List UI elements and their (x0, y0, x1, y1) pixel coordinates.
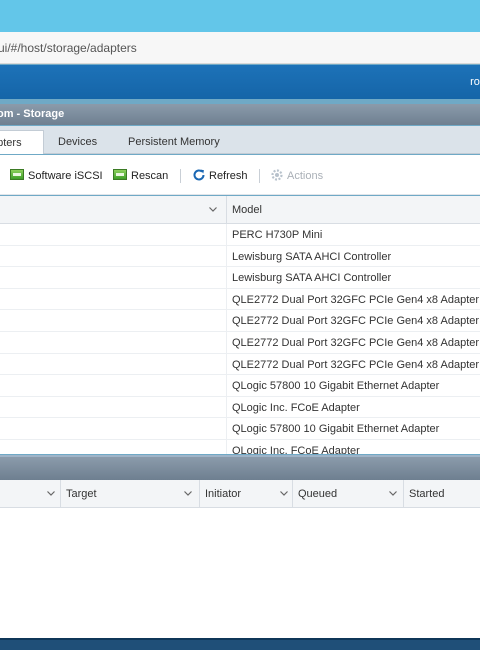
refresh-icon (193, 169, 205, 181)
model-cell: QLE2772 Dual Port 32GFC PCIe Gen4 x8 Ada… (232, 337, 480, 349)
model-cell: QLE2772 Dual Port 32GFC PCIe Gen4 x8 Ada… (232, 315, 480, 328)
rescan-icon (113, 169, 127, 180)
table-row[interactable]: QLogic 57800 10 Gigabit Ethernet Adapter (0, 375, 480, 397)
iscsi-icon (10, 169, 24, 180)
bottom-bar (0, 638, 480, 650)
panel-title: om - Storage (0, 104, 480, 125)
user-menu[interactable]: roo (470, 76, 480, 88)
rescan-button[interactable]: Rescan (113, 168, 168, 184)
table-row[interactable]: QLE2772 Dual Port 32GFC PCIe Gen4 x8 Ada… (0, 288, 480, 311)
model-cell: Lewisburg SATA AHCI Controller (232, 250, 392, 263)
table-row[interactable]: QLE2772 Dual Port 32GFC PCIe Gen4 x8 Ada… (0, 310, 480, 332)
chevron-down-icon[interactable] (388, 487, 398, 499)
app-header: roo (0, 65, 480, 99)
actions-menu[interactable]: Actions (270, 168, 323, 184)
model-cell: QLE2772 Dual Port 32GFC PCIe Gen4 x8 Ada… (232, 358, 480, 371)
toolbar-divider (259, 169, 260, 183)
tab-devices[interactable]: Devices (48, 130, 107, 154)
adapters-table: Model PERC H730P Mini Lewisburg SATA AHC… (0, 196, 480, 454)
column-divider (403, 480, 404, 508)
browser-titlebar (0, 0, 480, 32)
tasks-table-header: Target Initiator Queued Started (0, 480, 480, 508)
column-header-queued[interactable]: Queued (298, 488, 337, 500)
gear-icon (271, 169, 283, 181)
model-cell: Lewisburg SATA AHCI Controller (232, 272, 392, 285)
storage-tabs: apters Devices Persistent Memory (0, 126, 480, 154)
column-divider (226, 196, 227, 224)
table-row[interactable]: Lewisburg SATA AHCI Controller (0, 267, 480, 289)
model-cell: QLogic 57800 10 Gigabit Ethernet Adapter (232, 423, 440, 436)
table-header: Model (0, 196, 480, 224)
tasks-table-body (0, 508, 480, 638)
toolbar: Software iSCSI Rescan Refresh Actions (0, 155, 480, 195)
table-row[interactable]: QLogic 57800 10 Gigabit Ethernet Adapter (0, 418, 480, 440)
tab-persistent-memory[interactable]: Persistent Memory (118, 130, 230, 154)
chevron-down-icon[interactable] (208, 203, 218, 215)
model-cell: PERC H730P Mini (232, 229, 323, 241)
table-row[interactable]: QLE2772 Dual Port 32GFC PCIe Gen4 x8 Ada… (0, 332, 480, 354)
model-cell: QLogic Inc. FCoE Adapter (232, 401, 360, 414)
chevron-down-icon[interactable] (279, 487, 289, 499)
table-row[interactable]: Lewisburg SATA AHCI Controller (0, 245, 480, 268)
table-row[interactable]: QLE2772 Dual Port 32GFC PCIe Gen4 x8 Ada… (0, 353, 480, 376)
table-row[interactable]: QLogic Inc. FCoE Adapter (0, 396, 480, 419)
url-text[interactable]: ui/#/host/storage/adapters (0, 41, 137, 55)
chevron-down-icon[interactable] (46, 487, 56, 499)
model-cell: QLogic 57800 10 Gigabit Ethernet Adapter (232, 380, 440, 393)
column-divider (199, 480, 200, 508)
address-bar[interactable]: ui/#/host/storage/adapters (0, 32, 480, 64)
column-divider (60, 480, 61, 508)
tab-adapters[interactable]: apters (0, 130, 44, 154)
column-header-initiator[interactable]: Initiator (205, 488, 241, 500)
column-header-model[interactable]: Model (232, 204, 262, 216)
model-cell: QLogic Inc. FCoE Adapter (232, 445, 360, 454)
table-row[interactable]: PERC H730P Mini (0, 224, 480, 246)
toolbar-divider (180, 169, 181, 183)
model-cell: QLE2772 Dual Port 32GFC PCIe Gen4 x8 Ada… (232, 293, 480, 306)
table-row[interactable]: QLogic Inc. FCoE Adapter (0, 440, 480, 454)
column-header-started[interactable]: Started (409, 488, 444, 500)
chevron-down-icon[interactable] (183, 487, 193, 499)
recent-tasks-titlebar (0, 455, 480, 480)
software-iscsi-button[interactable]: Software iSCSI (10, 168, 103, 184)
panel-title-text: om - Storage (0, 108, 65, 120)
column-header-target[interactable]: Target (66, 488, 97, 500)
column-divider (292, 480, 293, 508)
refresh-button[interactable]: Refresh (192, 168, 248, 184)
